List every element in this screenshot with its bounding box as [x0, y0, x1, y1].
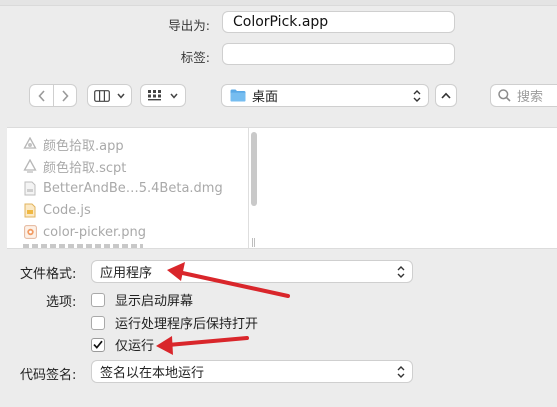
checkbox-show-startup-screen[interactable]: 显示启动屏幕 [91, 290, 193, 309]
columns-view-icon [94, 89, 111, 102]
group-by-button[interactable] [140, 84, 186, 107]
list-item[interactable]: color-picker.png [23, 222, 146, 242]
column-divider [248, 128, 249, 248]
grid-icon [148, 89, 162, 100]
column-resize-grip[interactable]: || [251, 238, 256, 248]
list-item[interactable]: BetterAndBe…5.4Beta.dmg [23, 178, 223, 198]
file-format-popup[interactable]: 应用程序 [91, 260, 413, 283]
code-sign-value: 签名以在本地运行 [100, 366, 205, 381]
chevron-right-icon [61, 89, 69, 102]
list-item[interactable]: Code.js [23, 200, 91, 220]
scrollbar-thumb[interactable] [251, 132, 257, 206]
export-as-field[interactable]: ColorPick.app [222, 11, 455, 33]
view-mode-button[interactable] [87, 84, 132, 107]
tags-label: 标签: [180, 50, 210, 65]
checkbox[interactable] [91, 337, 105, 352]
checkbox-run-only[interactable]: 仅运行 [91, 335, 154, 354]
file-name: 颜色拾取.app [43, 138, 124, 154]
checkmark-icon [93, 340, 103, 349]
options-label: 选项: [46, 295, 77, 310]
file-name: 颜色拾取.scpt [43, 160, 127, 176]
annotation-arrow [156, 336, 249, 355]
location-label: 桌面 [252, 90, 279, 105]
search-icon [498, 89, 511, 102]
location-popup[interactable]: 桌面 [221, 84, 429, 107]
export-as-label: 导出为: [168, 18, 210, 33]
file-browser[interactable]: 颜色拾取.app 颜色拾取.scpt BetterAndBe…5.4Beta.d… [7, 127, 557, 249]
checkbox-label: 显示启动屏幕 [115, 294, 194, 309]
js-file-icon [23, 202, 37, 218]
code-sign-label: 代码签名: [20, 368, 77, 383]
file-name: Code.js [43, 202, 91, 218]
up-down-chevron-icon [412, 88, 422, 104]
tags-field[interactable] [222, 43, 455, 65]
back-forward-control [29, 84, 77, 107]
chevron-down-icon [170, 93, 178, 99]
checkbox[interactable] [91, 292, 105, 307]
checkbox-stay-open[interactable]: 运行处理程序后保持打开 [91, 313, 258, 332]
script-icon [23, 158, 37, 174]
up-down-chevron-icon [396, 364, 406, 380]
forward-button[interactable] [54, 85, 76, 106]
expand-collapse-button[interactable] [435, 84, 457, 107]
list-item-partial [23, 244, 143, 248]
image-file-icon [23, 224, 37, 240]
search-placeholder: 搜索 [517, 90, 544, 105]
checkbox[interactable] [91, 315, 105, 330]
chevron-down-icon [117, 93, 125, 99]
back-button[interactable] [31, 85, 53, 106]
list-item[interactable]: 颜色拾取.app [23, 134, 124, 154]
chevron-left-icon [37, 89, 45, 102]
file-name: BetterAndBe…5.4Beta.dmg [43, 180, 223, 196]
search-field[interactable]: 搜索 [490, 84, 557, 107]
code-sign-popup[interactable]: 签名以在本地运行 [91, 360, 413, 383]
up-down-chevron-icon [396, 264, 406, 280]
list-item[interactable]: 颜色拾取.scpt [23, 156, 126, 176]
file-format-value: 应用程序 [100, 266, 153, 281]
file-name: color-picker.png [43, 224, 146, 240]
checkbox-label: 仅运行 [115, 339, 155, 354]
file-format-label: 文件格式: [20, 267, 77, 282]
chevron-up-icon [441, 92, 451, 99]
app-icon [23, 136, 37, 152]
folder-icon [230, 89, 246, 102]
window-top-strip [0, 0, 557, 6]
file-list-column: 颜色拾取.app 颜色拾取.scpt BetterAndBe…5.4Beta.d… [7, 128, 248, 248]
checkbox-label: 运行处理程序后保持打开 [115, 317, 259, 332]
disk-image-icon [23, 180, 37, 196]
